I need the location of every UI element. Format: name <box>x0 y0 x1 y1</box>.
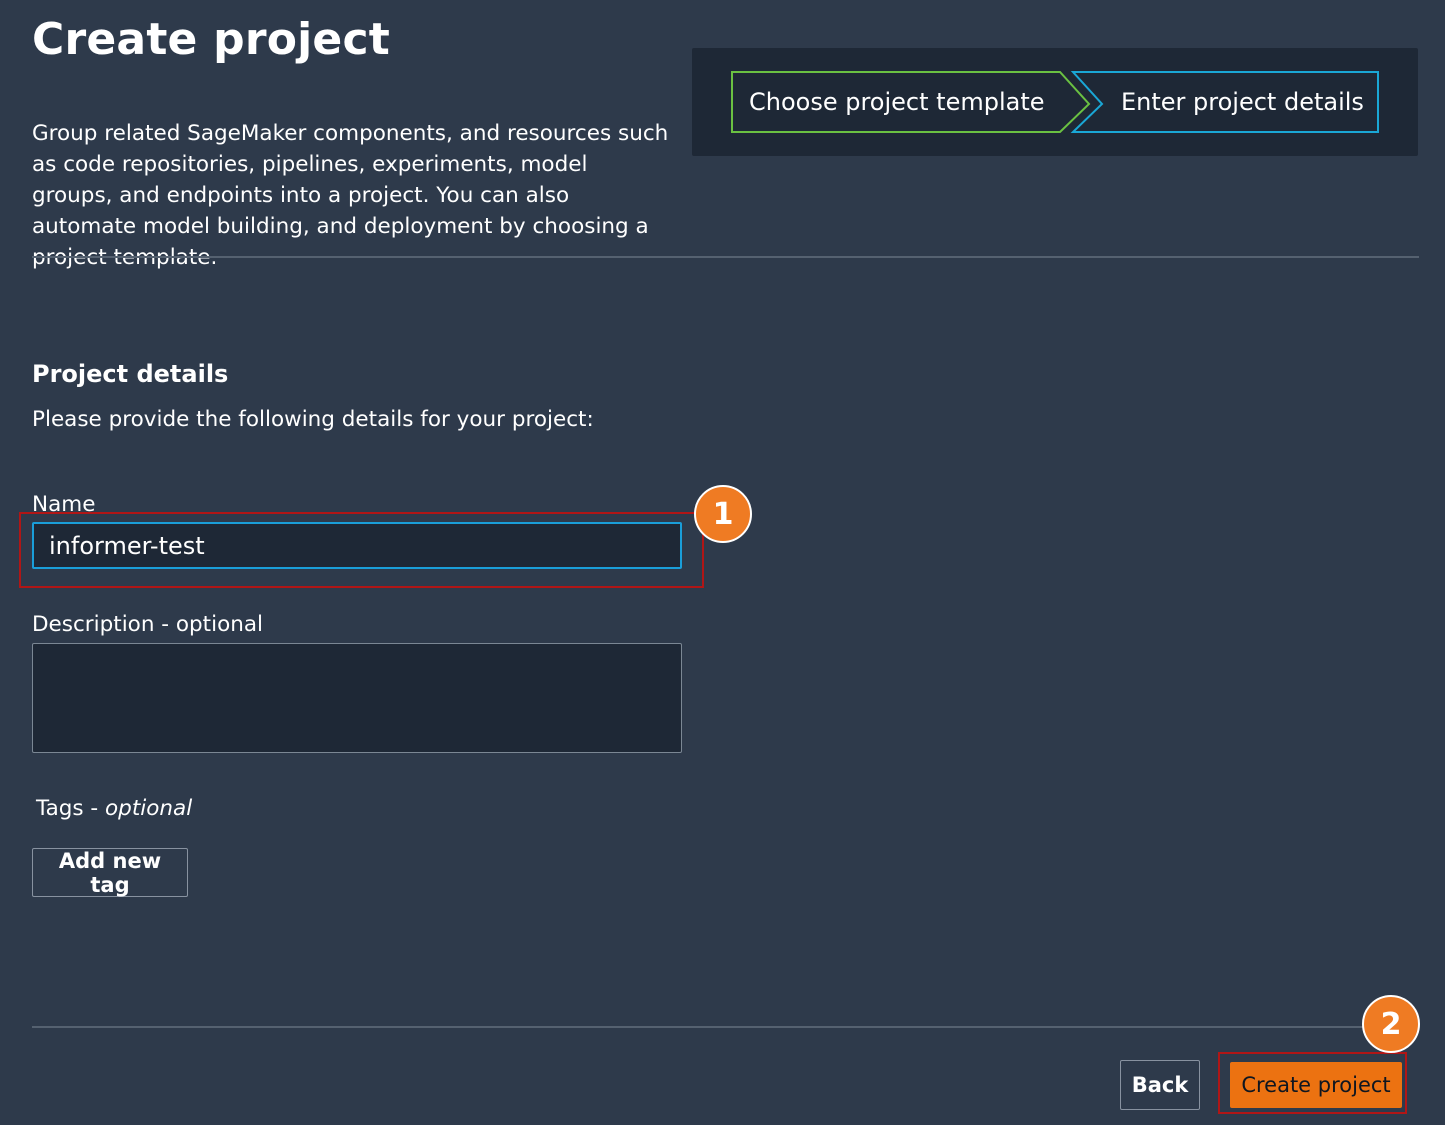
tags-optional-text: optional <box>105 796 193 821</box>
description-textarea[interactable] <box>32 643 682 753</box>
back-button[interactable]: Back <box>1120 1060 1200 1110</box>
step-badge-1: 1 <box>694 485 752 543</box>
page-description: Group related SageMaker components, and … <box>32 121 669 270</box>
wizard-stepper: Choose project template Enter project de… <box>692 48 1418 156</box>
description-label: Description - optional <box>32 612 264 637</box>
section-subheading: Please provide the following details for… <box>32 407 594 432</box>
step-badge-2: 2 <box>1362 995 1420 1053</box>
tags-label-text: Tags - <box>36 796 106 821</box>
tags-label: Tags - optional <box>36 796 192 821</box>
step-enter-details[interactable]: Enter project details <box>1121 88 1364 116</box>
create-highlight-box <box>1218 1052 1407 1114</box>
header-divider <box>32 256 1419 258</box>
add-new-tag-button[interactable]: Add new tag <box>32 848 188 897</box>
name-highlight-box <box>19 512 704 588</box>
section-heading: Project details <box>32 360 229 388</box>
page-title: Create project <box>32 14 390 65</box>
footer-divider <box>32 1026 1419 1028</box>
step-choose-template[interactable]: Choose project template <box>749 88 1045 116</box>
